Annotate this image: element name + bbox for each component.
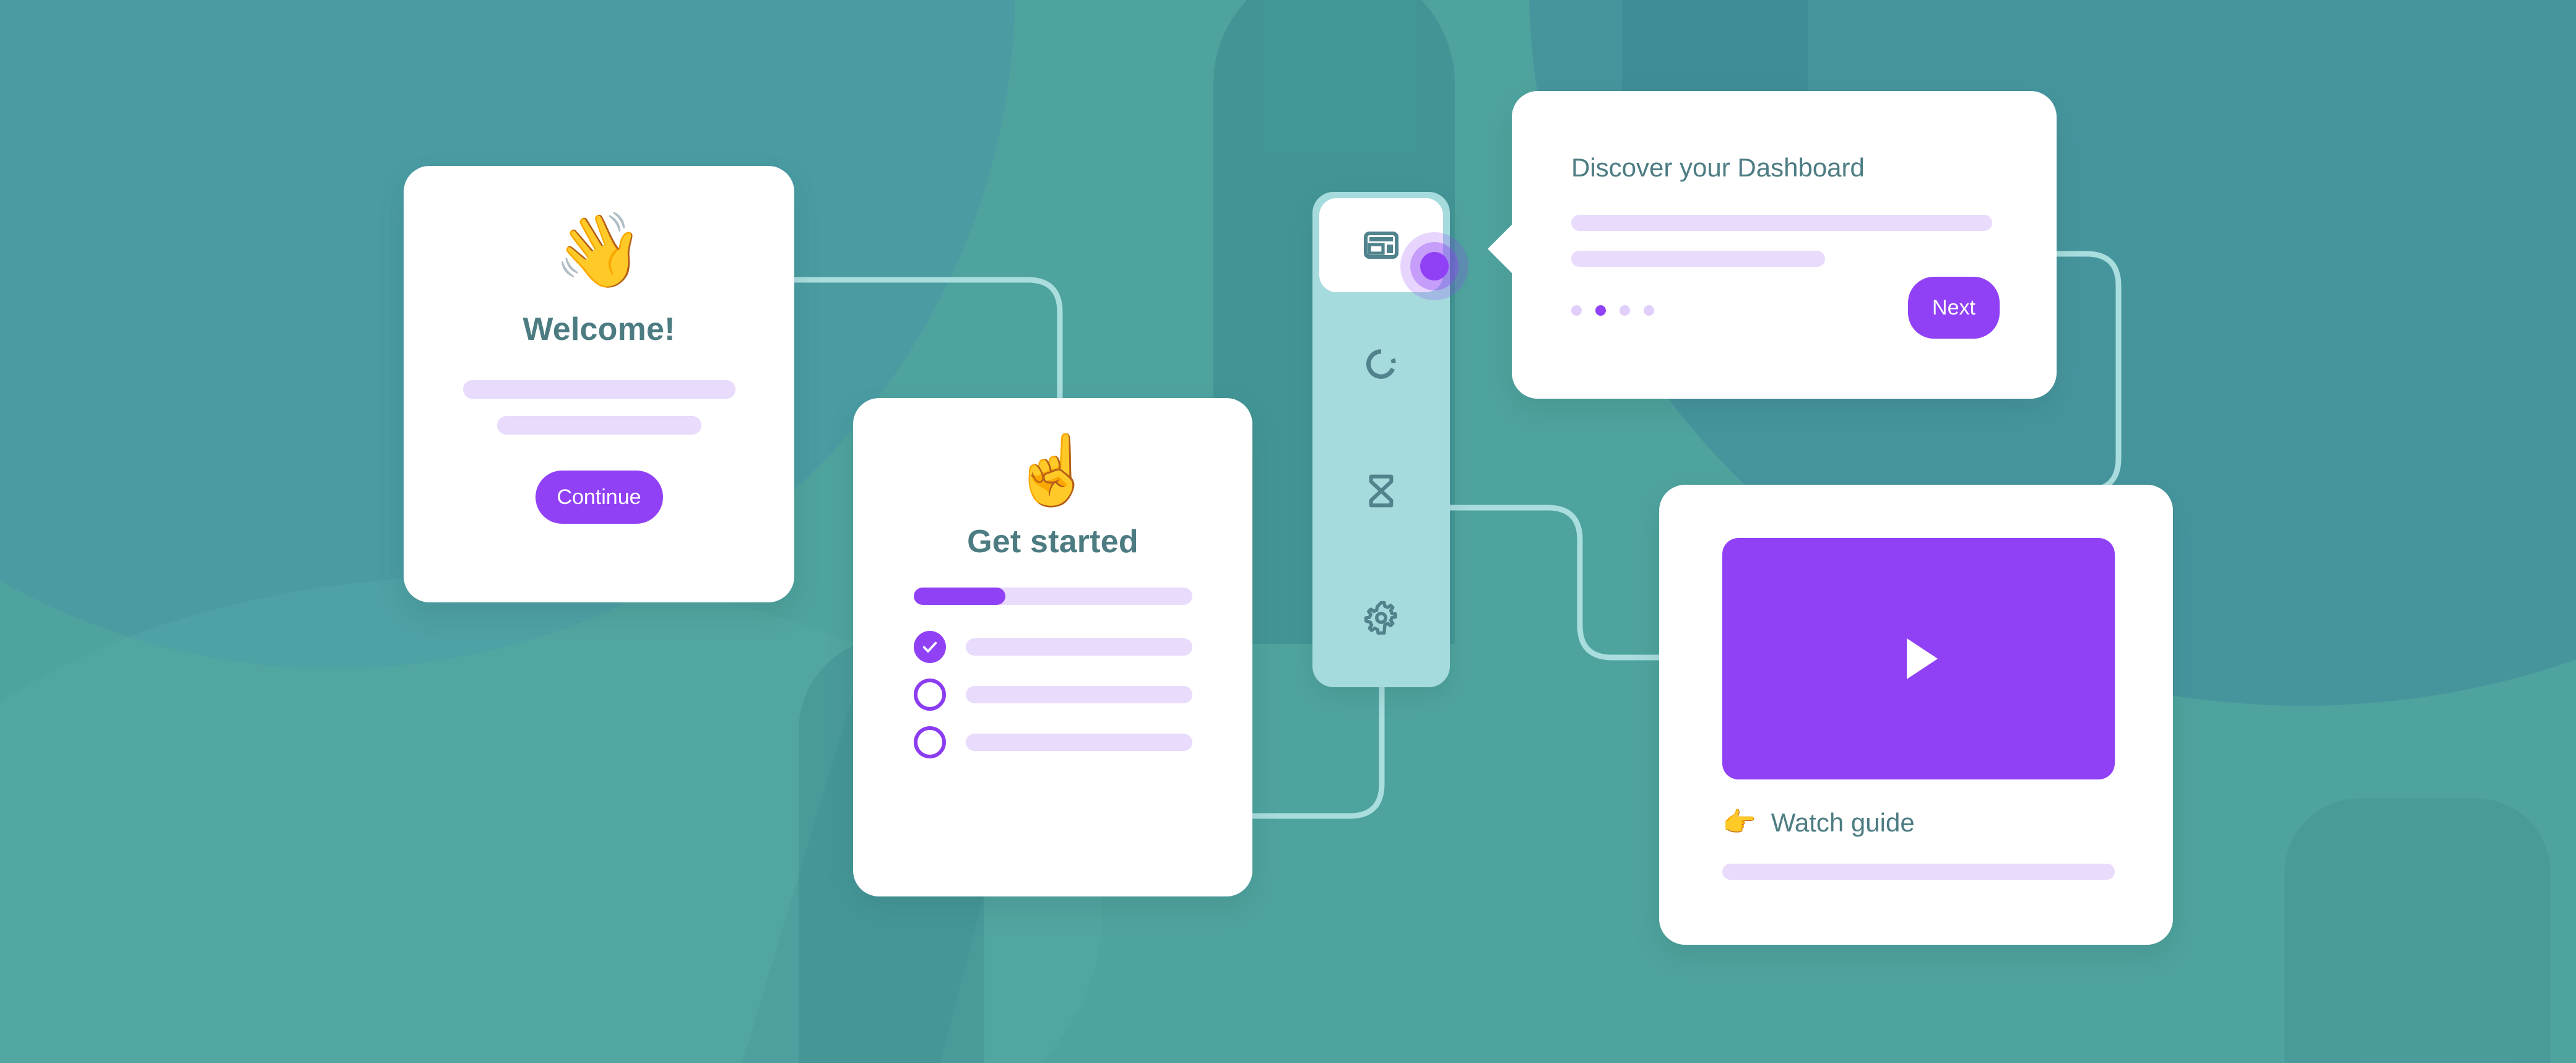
- sidebar-item-history[interactable]: [1312, 427, 1450, 554]
- sidebar-item-settings[interactable]: [1312, 554, 1450, 681]
- step-dot[interactable]: [1571, 305, 1582, 316]
- pulse-beacon[interactable]: [1400, 232, 1468, 300]
- placeholder-line: [1571, 251, 1825, 267]
- empty-circle-icon[interactable]: [913, 726, 946, 758]
- tooltip-title: Discover your Dashboard: [1571, 153, 1865, 182]
- get-started-card-title: Get started: [967, 524, 1138, 560]
- backhand-index-pointing-right-emoji: 👉: [1722, 807, 1756, 838]
- check-icon[interactable]: [913, 631, 946, 663]
- video-caption-text[interactable]: Watch guide: [1771, 808, 1915, 838]
- onboarding-progress-bar: [913, 588, 1192, 605]
- task-label-placeholder: [965, 686, 1192, 703]
- sidebar-item-progress[interactable]: [1312, 300, 1450, 427]
- task-row[interactable]: [913, 726, 1192, 758]
- get-started-card: ☝️ Get started: [853, 398, 1252, 896]
- continue-button[interactable]: Continue: [535, 471, 663, 524]
- placeholder-line: [462, 380, 735, 399]
- pulse-ring-core: [1420, 252, 1449, 280]
- background-decoration: [0, 0, 2576, 1063]
- tooltip-arrow-icon: [1488, 224, 1512, 274]
- step-indicator-dots: [1571, 305, 1654, 316]
- next-button[interactable]: Next: [1908, 277, 2000, 339]
- task-label-placeholder: [965, 734, 1192, 751]
- welcome-card-title: Welcome!: [523, 311, 675, 347]
- task-row[interactable]: [913, 631, 1192, 663]
- video-caption-row: 👉 Watch guide: [1722, 808, 1915, 838]
- tooltip-card: Discover your Dashboard Next: [1488, 91, 2057, 399]
- step-dot[interactable]: [1644, 305, 1654, 316]
- placeholder-line: [1722, 864, 2115, 880]
- task-checklist: [913, 631, 1192, 758]
- step-dot[interactable]: [1620, 305, 1630, 316]
- background-arch-right: [2284, 799, 2551, 1063]
- video-guide-card: 👉 Watch guide: [1659, 485, 2173, 945]
- hourglass-icon: [1369, 474, 1394, 507]
- waving-hand-emoji: 👋: [553, 210, 644, 292]
- empty-circle-icon[interactable]: [913, 679, 946, 711]
- onboarding-progress-fill: [913, 588, 1005, 605]
- onboarding-illustration: 👋 Welcome! Continue ☝️ Get started Disco…: [0, 0, 2576, 1063]
- progress-ring-icon: [1366, 349, 1396, 379]
- gear-icon: [1364, 601, 1397, 635]
- dashboard-layout-icon: [1364, 232, 1399, 259]
- task-label-placeholder: [965, 638, 1192, 656]
- placeholder-line: [497, 416, 701, 435]
- play-triangle-icon: [1907, 638, 1938, 679]
- step-dot-active[interactable]: [1595, 305, 1606, 316]
- task-row[interactable]: [913, 679, 1192, 711]
- video-thumbnail[interactable]: [1722, 538, 2115, 779]
- welcome-card: 👋 Welcome! Continue: [404, 166, 794, 602]
- index-pointing-up-emoji: ☝️: [1010, 432, 1095, 508]
- placeholder-line: [1571, 215, 1992, 231]
